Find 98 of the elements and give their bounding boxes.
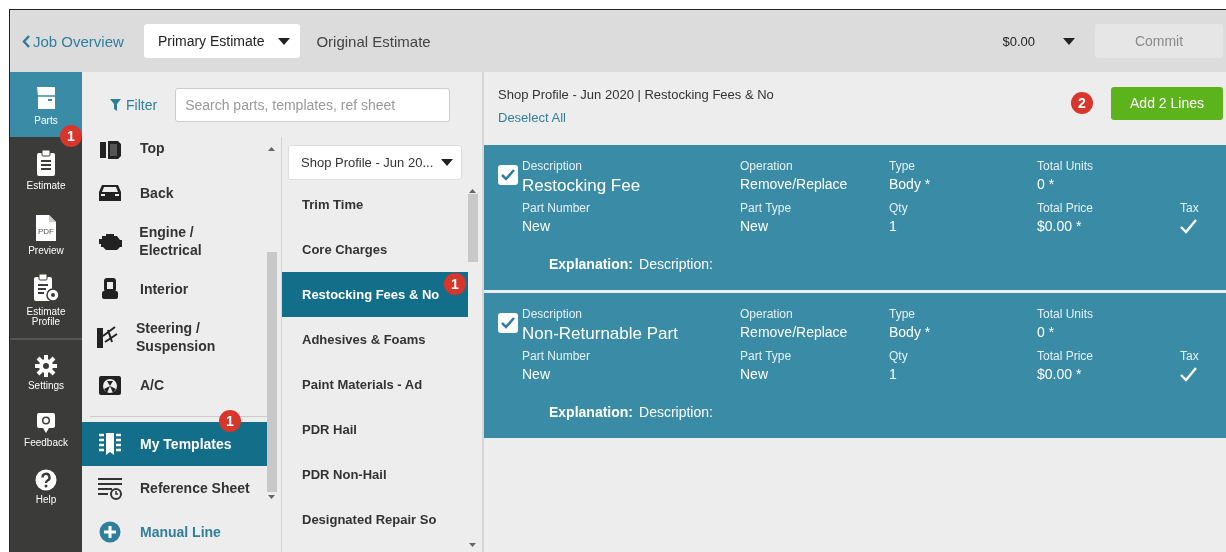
field-label: Qty — [889, 349, 908, 364]
template-item[interactable]: Paint Materials - Ad — [282, 362, 468, 407]
field-value: New — [740, 365, 768, 384]
settings-icon — [35, 354, 57, 377]
nav-item[interactable]: Settings — [10, 344, 82, 401]
deselect-all-link[interactable]: Deselect All — [498, 110, 566, 125]
templates-icon — [98, 432, 122, 456]
explanation-label: Explanation: — [549, 256, 633, 272]
field-value: New — [522, 365, 550, 384]
step-badge: 2 — [1071, 92, 1093, 114]
template-item[interactable]: Trim Time — [282, 182, 468, 227]
field-label: Part Number — [522, 201, 591, 216]
scroll-up-arrow-icon — [268, 147, 275, 151]
line-checkbox[interactable] — [498, 165, 518, 185]
field-value: 1 — [889, 217, 897, 236]
field-label: Total Price — [1037, 349, 1094, 364]
field-label: Type — [889, 307, 915, 322]
manual-line-link[interactable]: Manual Line — [82, 510, 267, 552]
clipboard-icon — [35, 148, 57, 177]
template-item[interactable]: Adhesives & Foams — [282, 317, 468, 362]
line-description: Restocking Fee — [522, 175, 641, 197]
field-value: Remove/Replace — [740, 175, 848, 194]
field-label: Qty — [889, 201, 908, 216]
field-label: Type — [889, 159, 915, 174]
caret-icon — [441, 159, 453, 166]
nav-item[interactable]: PDF Preview — [10, 202, 82, 267]
field-value: $0.00 * — [1037, 365, 1082, 384]
explanation-label: Explanation: — [549, 404, 633, 420]
engine-icon — [96, 231, 123, 251]
chevron-left-icon — [22, 34, 30, 48]
nav-item[interactable]: Estimate Profile — [10, 267, 82, 332]
category-item[interactable]: Interior — [82, 265, 267, 313]
pdf-file-icon — [35, 213, 57, 242]
estimate-name: Original Estimate — [316, 32, 432, 50]
line-description: Non-Returnable Part — [522, 323, 678, 345]
field-label: Total Units — [1037, 159, 1094, 174]
list-clock-icon — [97, 476, 123, 500]
field-value: Remove/Replace — [740, 323, 848, 342]
help-icon — [35, 468, 57, 491]
category-item[interactable]: Back — [82, 169, 267, 217]
search-field[interactable]: Search parts, templates, ref sheet — [175, 87, 451, 122]
template-item[interactable]: Designated Repair So — [282, 497, 468, 542]
filter-button[interactable]: Filter — [110, 96, 158, 113]
field-label: Description — [522, 307, 583, 322]
field-label: Operation — [740, 307, 793, 322]
notification-badge: 1 — [60, 125, 82, 147]
field-label: Operation — [740, 159, 793, 174]
caret-icon — [278, 37, 291, 45]
category-item[interactable]: Top — [82, 137, 267, 169]
field-label: Tax — [1180, 349, 1199, 364]
category-item[interactable]: A/C — [82, 361, 267, 409]
fan-icon — [98, 374, 122, 396]
filter-icon — [110, 98, 121, 111]
field-value: 1 — [889, 365, 897, 384]
car-rear-icon — [97, 183, 123, 203]
field-value: 0 * — [1037, 323, 1055, 342]
category-item[interactable]: Engine / Electrical — [82, 217, 267, 265]
field-label: Part Type — [740, 201, 792, 216]
explanation-text: Description: — [639, 256, 713, 272]
car-top-icon — [98, 139, 122, 161]
total-dropdown-caret-icon[interactable] — [1063, 37, 1075, 45]
plus-circle-icon — [99, 521, 121, 543]
field-value: 0 * — [1037, 175, 1055, 194]
category-item[interactable]: Steering / Suspension — [82, 313, 267, 361]
field-label: Part Type — [740, 349, 792, 364]
field-value: $0.00 * — [1037, 217, 1082, 236]
template-item[interactable]: PDR Non-Hail — [282, 452, 468, 497]
category-item[interactable]: Reference Sheet — [82, 466, 267, 510]
field-label: Total Price — [1037, 201, 1094, 216]
scroll-down-arrow-icon — [268, 495, 275, 499]
profile-dropdown[interactable]: Shop Profile - Jun 20... — [288, 145, 462, 180]
clipboard-gear-icon — [32, 272, 60, 303]
field-label: Total Units — [1037, 307, 1094, 322]
template-item[interactable]: Core Charges — [282, 227, 468, 272]
pdf-label: PDF — [37, 226, 55, 237]
nav-item[interactable]: Feedback — [10, 401, 82, 458]
field-label: Part Number — [522, 349, 591, 364]
line-checkbox[interactable] — [498, 313, 518, 333]
feedback-icon — [36, 411, 56, 434]
field-label: Tax — [1180, 201, 1199, 216]
notification-badge: 1 — [219, 410, 241, 432]
estimate-total: $0.00 — [1002, 33, 1035, 49]
field-value: Body * — [889, 175, 931, 194]
field-value: New — [522, 217, 550, 236]
field-value: Body * — [889, 323, 931, 342]
seat-icon — [101, 277, 119, 301]
breadcrumb: Shop Profile - Jun 2020 | Restocking Fees & No — [498, 87, 774, 102]
template-item[interactable]: PDR Hail — [282, 407, 468, 452]
explanation-text: Description: — [639, 404, 713, 420]
field-value: New — [740, 217, 768, 236]
scroll-up-arrow-icon — [469, 189, 476, 193]
scrollbar-thumb[interactable] — [267, 252, 277, 492]
field-label: Description — [522, 159, 583, 174]
steering-column-icon — [96, 324, 120, 350]
scrollbar-thumb[interactable] — [468, 194, 478, 262]
scroll-down-arrow-icon — [469, 543, 476, 547]
estimate-dropdown[interactable]: Primary Estimate — [143, 24, 301, 58]
nav-item[interactable]: Help — [10, 458, 82, 515]
